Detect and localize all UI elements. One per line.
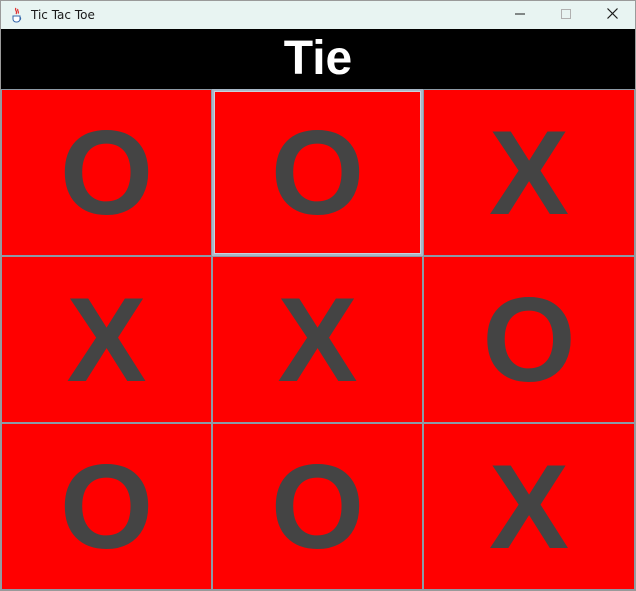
- cell-mark: O: [270, 439, 365, 574]
- maximize-button[interactable]: [543, 1, 589, 29]
- cell-mark: X: [277, 272, 358, 407]
- board-cell-6[interactable]: O: [423, 256, 635, 423]
- cell-mark: O: [270, 105, 365, 240]
- board-cell-2[interactable]: O: [212, 89, 423, 256]
- close-icon: [606, 6, 618, 24]
- close-button[interactable]: [589, 1, 635, 29]
- cell-mark: X: [66, 272, 147, 407]
- app-window: Tic Tac Toe Tie O O X X X O O O X: [0, 0, 636, 591]
- board-cell-7[interactable]: O: [1, 423, 212, 590]
- board-cell-1[interactable]: O: [1, 89, 212, 256]
- board-cell-5[interactable]: X: [212, 256, 423, 423]
- minimize-button[interactable]: [497, 1, 543, 29]
- status-header: Tie: [1, 29, 635, 89]
- board-cell-4[interactable]: X: [1, 256, 212, 423]
- cell-mark: O: [482, 272, 576, 407]
- board-cell-8[interactable]: O: [212, 423, 423, 590]
- game-board: O O X X X O O O X: [1, 89, 635, 590]
- cell-mark: O: [59, 439, 154, 574]
- board-cell-9[interactable]: X: [423, 423, 635, 590]
- game-status-label: Tie: [283, 32, 353, 85]
- window-title: Tic Tac Toe: [31, 8, 95, 22]
- minimize-icon: [515, 6, 525, 24]
- board-cell-3[interactable]: X: [423, 89, 635, 256]
- window-controls: [497, 1, 635, 29]
- cell-mark: O: [59, 105, 154, 240]
- cell-mark: X: [488, 439, 570, 574]
- title-bar[interactable]: Tic Tac Toe: [1, 1, 635, 29]
- cell-mark: X: [488, 105, 570, 240]
- maximize-icon: [561, 6, 571, 24]
- java-cup-icon: [9, 7, 25, 23]
